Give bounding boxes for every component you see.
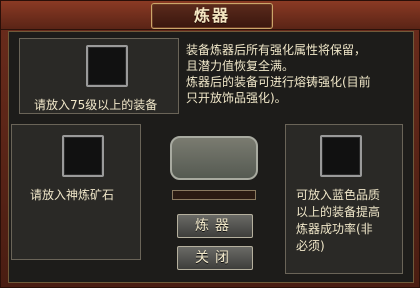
booster-line: 炼器成功率(非 (296, 222, 373, 236)
booster-line: 必须) (296, 239, 325, 253)
equipment-panel: 请放入75级以上的装备 (19, 38, 179, 114)
ore-panel: 请放入神炼矿石 (11, 124, 141, 260)
ore-slot[interactable] (62, 135, 104, 177)
booster-panel: 可放入蓝色品质 以上的装备提高 炼器成功率(非 必须) (285, 124, 403, 274)
content-area: 请放入75级以上的装备 装备炼器后所有强化属性将保留， 且潜力值恢复全满。 炼器… (8, 31, 414, 283)
booster-line: 以上的装备提高 (296, 205, 381, 219)
title-bar: 炼器 (1, 1, 420, 30)
info-line: 装备炼器后所有强化属性将保留， (186, 43, 367, 57)
equipment-slot-label: 请放入75级以上的装备 (34, 98, 158, 112)
result-preview-slot[interactable] (170, 136, 258, 180)
info-line: 只开放饰品强化)。 (186, 91, 287, 105)
refine-button[interactable]: 炼器 (177, 214, 253, 238)
info-line: 炼器后的装备可进行熔铸强化(目前 (186, 75, 371, 89)
refine-window: 炼器 请放入75级以上的装备 装备炼器后所有强化属性将保留， 且潜力值恢复全满。… (0, 0, 420, 288)
title-plaque: 炼器 (151, 3, 273, 29)
ore-slot-label: 请放入神炼矿石 (30, 188, 115, 202)
booster-slot[interactable] (320, 135, 362, 177)
window-title: 炼器 (193, 6, 230, 25)
close-button[interactable]: 关闭 (177, 246, 253, 270)
equipment-slot[interactable] (86, 45, 128, 87)
refine-info: 装备炼器后所有强化属性将保留， 且潜力值恢复全满。 炼器后的装备可进行熔铸强化(… (186, 42, 408, 106)
booster-line: 可放入蓝色品质 (296, 188, 381, 202)
info-line: 且潜力值恢复全满。 (186, 59, 295, 73)
refine-progress-bar (172, 190, 256, 200)
